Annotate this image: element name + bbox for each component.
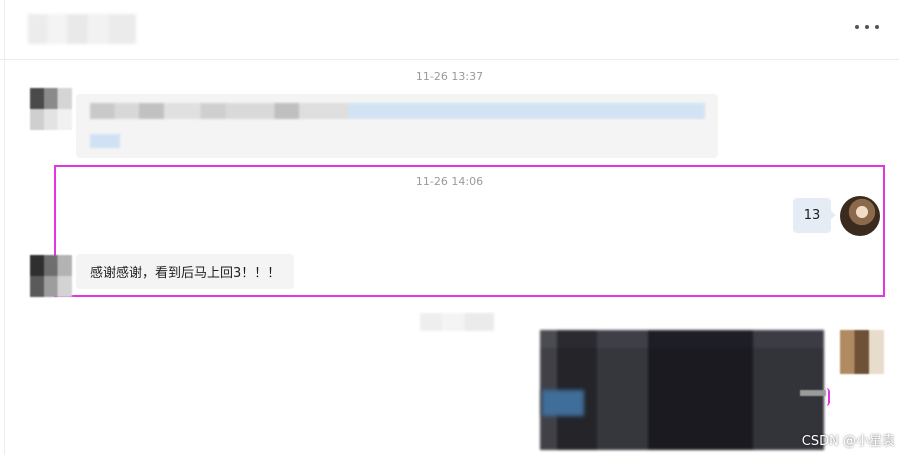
self-message-bubble[interactable]: 13	[793, 198, 831, 233]
contact-avatar[interactable]	[30, 255, 72, 297]
watermark: CSDN @小星袁	[801, 434, 895, 449]
more-options-button[interactable]	[855, 17, 879, 37]
more-dot-icon	[865, 25, 869, 29]
timestamp-blurred	[420, 313, 494, 331]
chat-title-blurred	[28, 14, 136, 44]
contact-avatar[interactable]	[30, 88, 72, 130]
reply-message-bubble[interactable]: 感谢感谢，看到后马上回3！！！	[76, 254, 295, 289]
timestamp: 11-26 13:37	[415, 70, 484, 83]
contact-avatar[interactable]	[840, 330, 884, 374]
chat-header	[0, 0, 899, 60]
more-dot-icon	[855, 25, 859, 29]
image-detail	[800, 390, 826, 396]
timestamp: 11-26 14:06	[415, 175, 484, 188]
blurred-text	[90, 103, 705, 119]
blurred-link	[90, 134, 120, 148]
image-detail	[542, 390, 584, 416]
more-dot-icon	[875, 25, 879, 29]
image-edge	[826, 388, 830, 406]
left-border	[4, 0, 5, 455]
self-avatar[interactable]	[840, 196, 880, 236]
bubble-tail	[830, 210, 836, 220]
